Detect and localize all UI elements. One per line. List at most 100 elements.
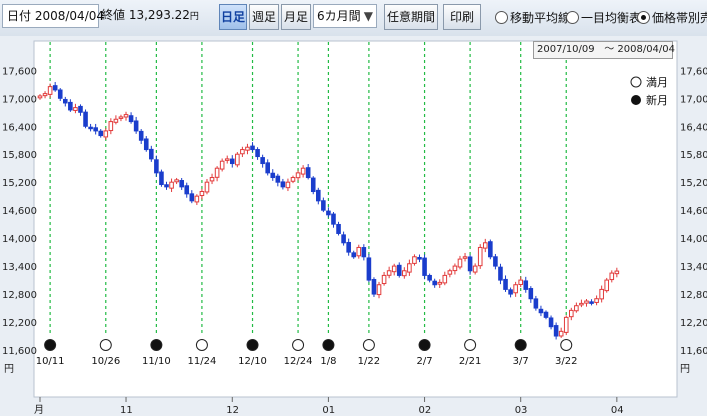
candle-body bbox=[412, 256, 417, 264]
date-range-box: 2007/10/09 〜 2008/04/04 bbox=[533, 41, 675, 59]
close-unit: 円 bbox=[189, 12, 199, 22]
candle-body bbox=[321, 200, 326, 211]
candle-body bbox=[376, 284, 382, 296]
x-month-label: 04 bbox=[611, 405, 624, 416]
candle-body bbox=[98, 130, 104, 137]
y-tick-label-left: 16,400 bbox=[2, 122, 37, 133]
full-moon-icon bbox=[99, 339, 112, 351]
close-price-display: 終値 13,293.22円 bbox=[101, 4, 217, 28]
candle-body bbox=[138, 130, 144, 141]
candle-body bbox=[326, 210, 331, 216]
radio-label: 移動平均線 bbox=[510, 11, 571, 25]
y-tick-label-right: 15,200 bbox=[680, 178, 707, 189]
candle-body bbox=[199, 191, 205, 197]
candle-body bbox=[118, 116, 124, 119]
new-moon-icon bbox=[418, 339, 431, 351]
candle-body bbox=[371, 279, 377, 295]
moon-date-label: 2/7 bbox=[417, 356, 433, 367]
candle-body bbox=[477, 246, 483, 267]
candle-body bbox=[417, 256, 422, 260]
moon-date-label: 12/10 bbox=[238, 356, 267, 367]
candle-body bbox=[528, 288, 534, 300]
tab-weekly[interactable]: 週足 bbox=[249, 4, 279, 30]
candle-body bbox=[113, 118, 119, 123]
candle-body bbox=[508, 289, 513, 295]
toolbar: 日付 2008/04/04 終値 13,293.22円 日足 週足 月足 6カ月… bbox=[0, 0, 707, 37]
x-month-label: 12 bbox=[226, 405, 239, 416]
y-tick-label-right: 11,600 bbox=[680, 346, 707, 357]
tab-daily[interactable]: 日足 bbox=[219, 4, 247, 30]
candle-body bbox=[300, 167, 306, 175]
candle-body bbox=[88, 126, 93, 130]
y-tick-label-right: 12,200 bbox=[680, 318, 707, 329]
candle-body bbox=[68, 101, 73, 111]
candle-body bbox=[584, 300, 589, 304]
moon-date-label: 10/11 bbox=[36, 356, 65, 367]
candle-body bbox=[260, 157, 265, 165]
y-tick-label-left: 12,200 bbox=[2, 318, 37, 329]
candle-body bbox=[123, 114, 129, 118]
candle-body bbox=[305, 167, 311, 179]
candle-body bbox=[93, 127, 98, 132]
candle-body bbox=[482, 242, 488, 249]
candle-body bbox=[589, 301, 594, 304]
y-tick-label-right: 13,400 bbox=[680, 262, 707, 273]
close-label: 終値 bbox=[101, 8, 126, 22]
candle-body bbox=[402, 270, 407, 277]
close-value: 13,293.22 bbox=[128, 8, 190, 22]
full-moon-icon bbox=[362, 339, 375, 351]
radio-selected-icon bbox=[637, 11, 650, 24]
candle-body bbox=[78, 105, 83, 113]
candle-body bbox=[548, 317, 554, 328]
candle-body bbox=[604, 279, 610, 292]
candle-body bbox=[184, 185, 190, 195]
radio-ichimoku[interactable]: 一目均衡表 bbox=[566, 9, 641, 27]
legend-new-moon: 新月 bbox=[646, 93, 668, 107]
candle-body bbox=[523, 280, 529, 290]
y-tick-label-left: 14,000 bbox=[2, 234, 37, 245]
candle-body bbox=[255, 149, 260, 158]
candle-body bbox=[270, 172, 276, 179]
candle-body bbox=[579, 302, 584, 306]
candle-body bbox=[457, 258, 463, 268]
candle-body bbox=[235, 153, 240, 166]
period-select[interactable]: 6カ月間 ▼ bbox=[313, 4, 377, 28]
radio-volume-profile[interactable]: 価格帯別売買 bbox=[637, 9, 707, 27]
candle-body bbox=[569, 309, 574, 318]
candle-body bbox=[447, 270, 453, 275]
candle-body bbox=[609, 272, 615, 281]
print-button[interactable]: 印刷 bbox=[443, 4, 481, 30]
candle-body bbox=[558, 330, 564, 337]
new-moon-icon bbox=[150, 339, 163, 351]
candle-body bbox=[543, 311, 549, 318]
candle-body bbox=[391, 265, 397, 273]
moon-date-label: 12/24 bbox=[284, 356, 313, 367]
candle-body bbox=[472, 265, 478, 273]
candle-body bbox=[366, 257, 372, 281]
candle-body bbox=[396, 264, 402, 276]
full-moon-icon bbox=[195, 339, 208, 351]
y-unit-right: 円 bbox=[680, 364, 690, 375]
radio-moving-average[interactable]: 移動平均線 bbox=[495, 9, 570, 27]
candle-body bbox=[295, 172, 301, 179]
radio-icon bbox=[495, 11, 508, 24]
candle-body bbox=[275, 175, 281, 183]
tab-monthly[interactable]: 月足 bbox=[281, 4, 311, 30]
candle-body bbox=[57, 89, 63, 99]
y-tick-label-left: 15,800 bbox=[2, 150, 37, 161]
candle-body bbox=[336, 223, 341, 234]
candle-body bbox=[128, 115, 134, 123]
candle-body bbox=[518, 279, 524, 286]
candle-body bbox=[265, 162, 270, 174]
date-field[interactable]: 日付 2008/04/04 bbox=[2, 4, 104, 28]
candle-body bbox=[351, 252, 357, 258]
candle-body bbox=[290, 177, 296, 182]
full-moon-icon bbox=[464, 339, 477, 351]
candle-body bbox=[437, 281, 443, 285]
custom-period-button[interactable]: 任意期間 bbox=[384, 4, 438, 30]
y-tick-label-right: 17,000 bbox=[680, 94, 707, 105]
candle-body bbox=[493, 256, 498, 267]
y-tick-label-left: 13,400 bbox=[2, 262, 37, 273]
x-month-label: 01 bbox=[322, 405, 335, 416]
candle-body bbox=[462, 256, 468, 259]
